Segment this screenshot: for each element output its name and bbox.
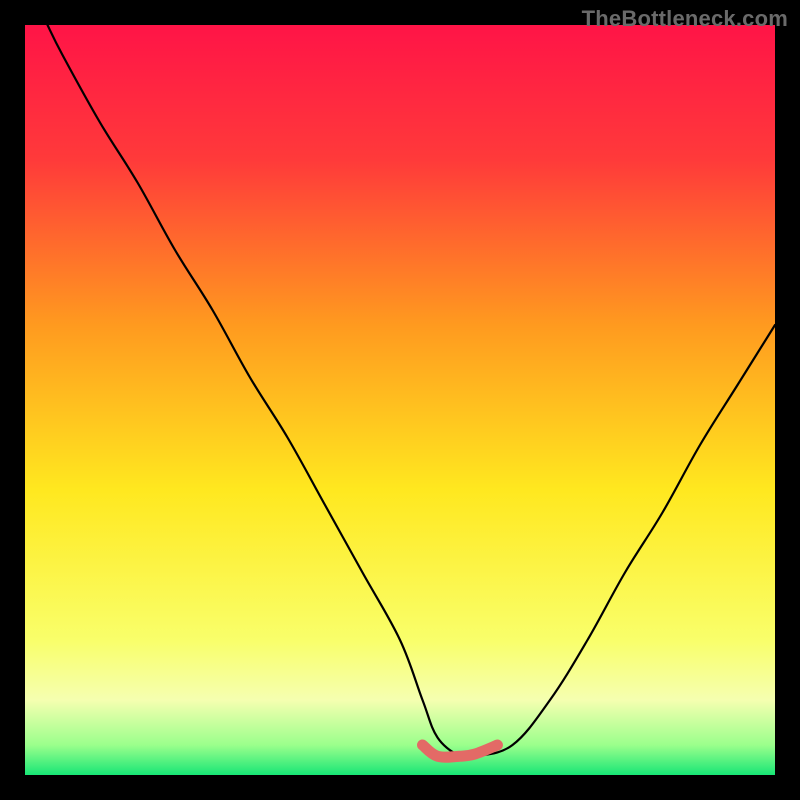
bottom-highlight	[423, 745, 498, 757]
chart-frame: TheBottleneck.com	[0, 0, 800, 800]
plot-area	[25, 25, 775, 775]
curve-layer	[25, 25, 775, 775]
watermark-text: TheBottleneck.com	[582, 6, 788, 32]
bottleneck-curve	[48, 25, 776, 758]
